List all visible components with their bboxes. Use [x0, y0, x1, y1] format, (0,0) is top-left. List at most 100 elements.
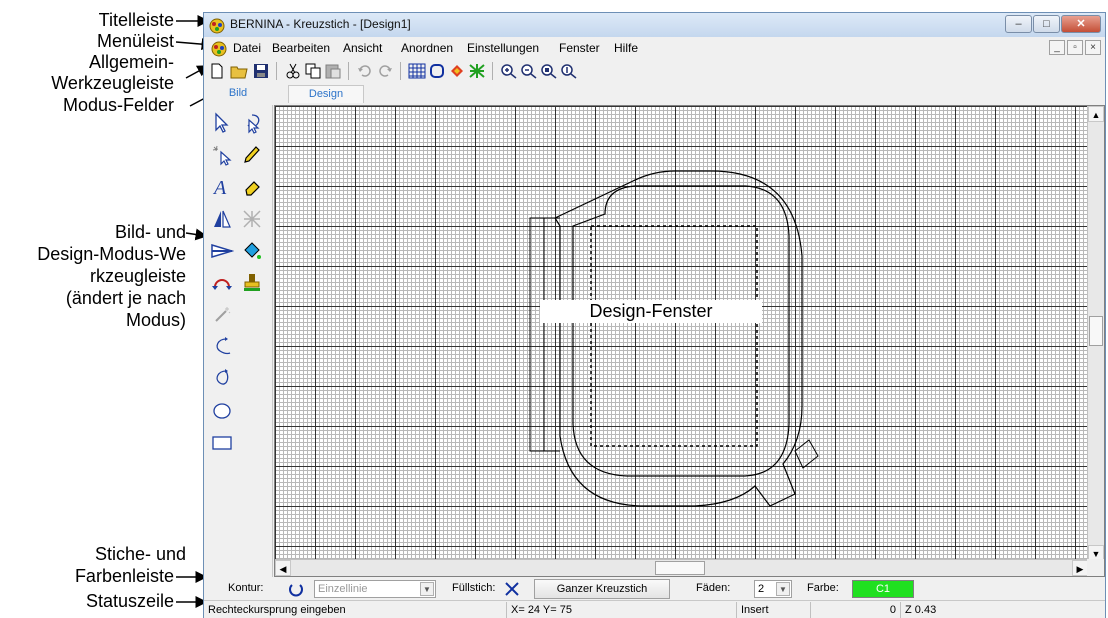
lettering-icon[interactable]: A	[210, 175, 234, 199]
fill-bucket-icon[interactable]	[240, 239, 264, 263]
tab-design[interactable]: Design	[288, 85, 364, 103]
design-window[interactable]: Design-Fenster ▲ ▼ ◀ ▶	[274, 105, 1105, 577]
tab-bild[interactable]: Bild	[218, 85, 258, 103]
vertical-scrollbar[interactable]: ▲ ▼	[1087, 106, 1104, 561]
rotate-icon[interactable]	[210, 271, 234, 295]
eraser-icon[interactable]	[240, 175, 264, 199]
horizontal-scroll-thumb[interactable]	[655, 561, 705, 575]
callout-bild-2: Design-Modus-We	[37, 244, 186, 264]
mdi-controls: _ ▫ ×	[1047, 40, 1101, 55]
no-fill-icon[interactable]	[504, 581, 520, 597]
chevron-down-icon[interactable]: ▼	[776, 582, 790, 596]
mirror-icon[interactable]	[210, 207, 234, 231]
mdi-restore-button[interactable]: ▫	[1067, 40, 1083, 55]
scroll-left-arrow[interactable]: ◀	[275, 560, 291, 576]
select-arrow-icon[interactable]	[210, 111, 234, 135]
status-mode: Insert	[736, 602, 810, 618]
new-file-icon[interactable]	[208, 63, 226, 79]
fill-type-button[interactable]: Ganzer Kreuzstich	[534, 579, 670, 599]
design-mode-toolbar: A	[204, 105, 273, 577]
zoom-fit-icon[interactable]	[540, 63, 558, 79]
threads-select[interactable]: 2 ▼	[754, 580, 792, 598]
kontur-label: Kontur:	[228, 582, 264, 594]
menu-bearbeiten[interactable]: Bearbeiten	[272, 41, 330, 55]
open-curve-icon[interactable]	[210, 335, 234, 359]
hoop-outline	[529, 170, 819, 507]
lasso-select-icon[interactable]	[240, 111, 264, 135]
status-count: 0	[810, 602, 900, 618]
menu-datei[interactable]: Datei	[233, 41, 261, 55]
title-bar[interactable]: BERNINA - Kreuzstich - [Design1] – □ ✕	[204, 13, 1105, 37]
undo-icon[interactable]	[356, 63, 374, 79]
mdi-minimize-button[interactable]: _	[1049, 40, 1065, 55]
maximize-button[interactable]: □	[1033, 15, 1060, 33]
scroll-up-arrow[interactable]: ▲	[1088, 106, 1104, 122]
status-bar: Rechteckursprung eingeben X= 24 Y= 75 In…	[204, 600, 1105, 618]
pencil-icon[interactable]	[240, 143, 264, 167]
svg-text:A: A	[212, 177, 227, 199]
document-menu-icon[interactable]	[210, 39, 228, 57]
status-zoom: Z 0.43	[900, 602, 1105, 618]
pattern-fill-icon[interactable]	[240, 207, 264, 231]
callout-menueleist: Menüleist	[96, 31, 174, 51]
menu-ansicht[interactable]: Ansicht	[343, 41, 382, 55]
callout-statuszeile: Statuszeile	[85, 591, 174, 611]
cut-icon[interactable]	[284, 63, 302, 79]
menu-fenster[interactable]: Fenster	[559, 41, 600, 55]
window-title: BERNINA - Kreuzstich - [Design1]	[230, 17, 411, 31]
callout-bild-4: (ändert je nach	[65, 288, 186, 308]
app-window: BERNINA - Kreuzstich - [Design1] – □ ✕ D…	[203, 12, 1106, 618]
stamp-icon[interactable]	[240, 271, 264, 295]
callout-allgemein-1: Allgemein-	[88, 52, 174, 72]
callout-bild-3: rkzeugleiste	[89, 266, 186, 286]
general-toolbar	[204, 59, 1105, 83]
mode-tabs: Bild Design	[204, 83, 1105, 103]
zoom-in-icon[interactable]	[500, 63, 518, 79]
closed-curve-icon[interactable]	[210, 367, 234, 391]
magic-select-icon[interactable]	[210, 143, 234, 167]
stitch-view-icon[interactable]	[468, 63, 486, 79]
close-button[interactable]: ✕	[1061, 15, 1101, 33]
grid-icon[interactable]	[408, 63, 426, 79]
callout-bild-1: Bild- und	[114, 222, 186, 242]
menu-hilfe[interactable]: Hilfe	[614, 41, 638, 55]
mdi-close-button[interactable]: ×	[1085, 40, 1101, 55]
ellipse-icon[interactable]	[210, 399, 234, 423]
scroll-corner	[1087, 559, 1104, 576]
save-icon[interactable]	[252, 63, 270, 79]
chevron-down-icon[interactable]: ▼	[420, 582, 434, 596]
threads-value: 2	[758, 583, 765, 595]
fuellstich-label: Füllstich:	[452, 582, 496, 594]
stitch-color-bar: Kontur: Einzellinie ▼ Füllstich: Ganzer …	[204, 578, 1105, 600]
callout-stiche-2: Farbenleiste	[74, 566, 174, 586]
magic-wand-icon[interactable]	[210, 303, 234, 327]
paste-icon[interactable]	[324, 63, 342, 79]
menu-bar: Datei Bearbeiten Ansicht Anordnen Einste…	[204, 38, 1105, 58]
rectangle-icon[interactable]	[210, 431, 234, 455]
outline-stitch-icon[interactable]	[288, 581, 304, 597]
vertical-scroll-thumb[interactable]	[1089, 316, 1103, 346]
minimize-button[interactable]: –	[1005, 15, 1032, 33]
status-message: Rechteckursprung eingeben	[208, 604, 346, 616]
hoop-icon[interactable]	[428, 63, 446, 79]
color-design-icon[interactable]	[448, 63, 466, 79]
window-controls: – □ ✕	[1004, 15, 1101, 33]
outline-type-value: Einzellinie	[318, 583, 368, 595]
scroll-right-arrow[interactable]: ▶	[1072, 560, 1088, 576]
menu-anordnen[interactable]: Anordnen	[401, 41, 453, 55]
copy-icon[interactable]	[304, 63, 322, 79]
horizontal-scrollbar[interactable]: ◀ ▶	[275, 559, 1088, 576]
open-folder-icon[interactable]	[230, 63, 248, 79]
zoom-1-1-icon[interactable]	[560, 63, 578, 79]
menu-einstellungen[interactable]: Einstellungen	[467, 41, 539, 55]
callout-modus-felder: Modus-Felder	[62, 95, 174, 115]
zoom-out-icon[interactable]	[520, 63, 538, 79]
bernina-logo-icon	[209, 18, 225, 34]
redo-icon[interactable]	[376, 63, 394, 79]
color-swatch[interactable]: C1	[852, 580, 914, 598]
faeden-label: Fäden:	[696, 582, 731, 594]
status-coords: X= 24 Y= 75	[506, 602, 736, 618]
backstitch-icon[interactable]	[210, 239, 234, 263]
design-window-label: Design-Fenster	[540, 300, 762, 323]
outline-type-select[interactable]: Einzellinie ▼	[314, 580, 436, 598]
